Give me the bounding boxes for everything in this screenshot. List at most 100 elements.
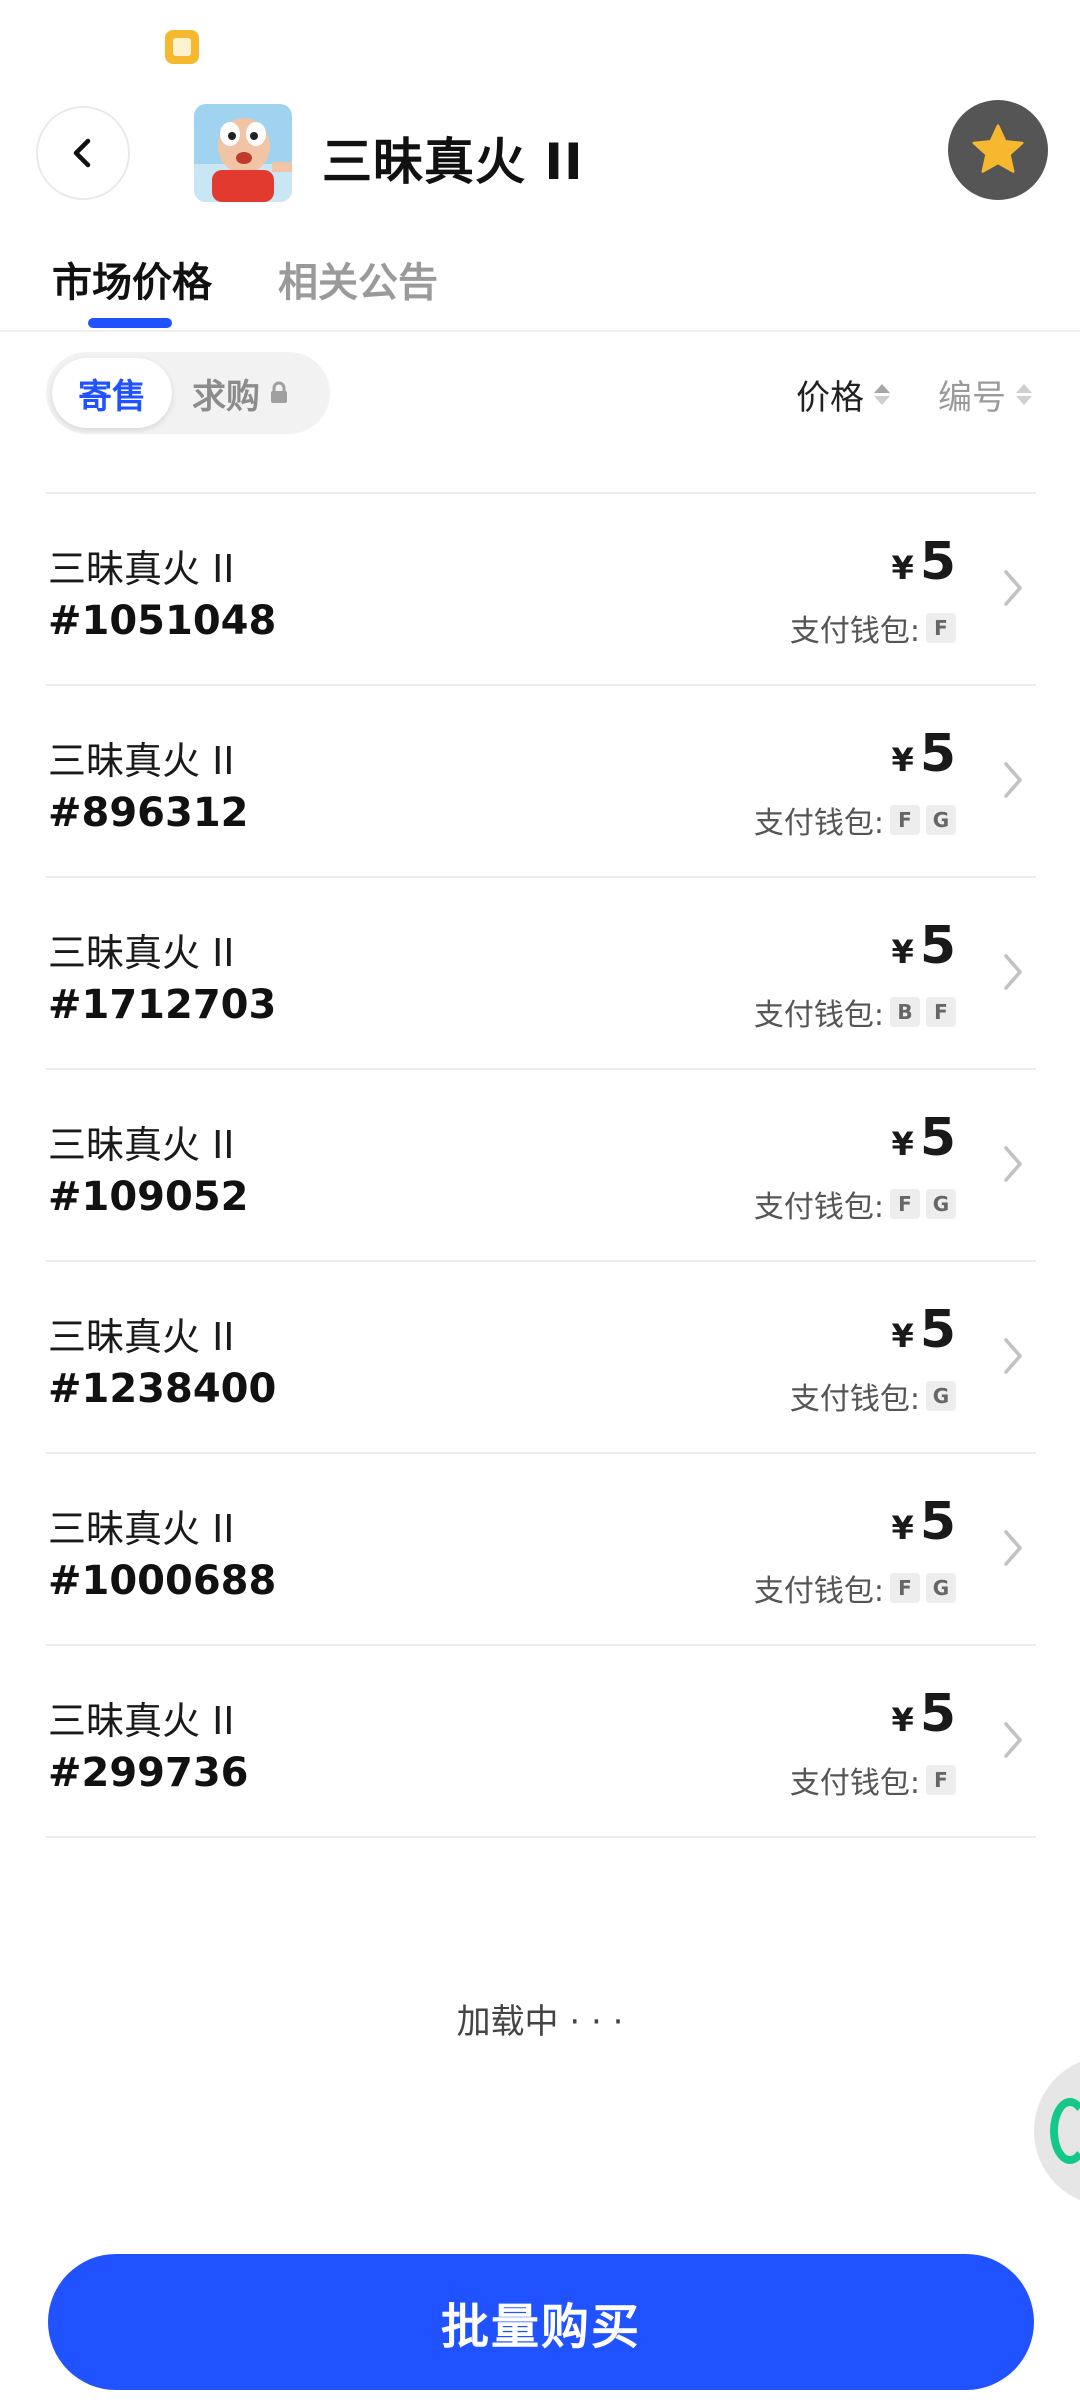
wallet-tag: F xyxy=(926,1765,956,1795)
back-button[interactable] xyxy=(36,106,130,200)
listing-id: #896312 xyxy=(48,790,249,836)
chevron-right-icon xyxy=(1004,1722,1022,1758)
chevron-right-icon xyxy=(1004,954,1022,990)
listing-name: 三昧真火 II xyxy=(48,1699,235,1743)
wallet-label: 支付钱包: xyxy=(789,1382,920,1417)
wallet-tag: F xyxy=(926,997,956,1027)
currency-symbol: ¥ xyxy=(891,1509,914,1547)
price-amount: 5 xyxy=(919,916,956,976)
chevron-right-icon xyxy=(1004,1146,1022,1182)
wallet-label: 支付钱包: xyxy=(789,614,920,649)
tab-announcements[interactable]: 相关公告 xyxy=(278,250,438,308)
wallet-label: 支付钱包: xyxy=(753,1190,884,1225)
filter-row: 寄售 求购 价格 编号 xyxy=(0,350,1080,440)
listing-price: ¥ 5 xyxy=(892,1300,956,1360)
listing-price: ¥ 5 xyxy=(892,916,956,976)
chevron-right-icon xyxy=(1004,570,1022,606)
listing-name: 三昧真火 II xyxy=(48,547,235,591)
listing-id: #1238400 xyxy=(48,1366,277,1412)
listing-row[interactable]: 三昧真火 II #1000688 ¥ 5 支付钱包: FG xyxy=(46,1454,1036,1646)
listing-row[interactable]: 三昧真火 II #1051048 ¥ 5 支付钱包: F xyxy=(46,494,1036,686)
listing-name: 三昧真火 II xyxy=(48,1123,235,1167)
chevron-right-icon xyxy=(1004,1338,1022,1374)
loading-indicator: 加载中 · · · xyxy=(456,2002,624,2042)
lock-icon xyxy=(271,381,287,403)
sell-buy-segmented-control: 寄售 求购 xyxy=(46,352,330,434)
batch-buy-button[interactable]: 批量购买 xyxy=(48,2254,1034,2390)
price-amount: 5 xyxy=(919,1684,956,1744)
payment-wallets: 支付钱包: FG xyxy=(754,1182,956,1226)
listing-name: 三昧真火 II xyxy=(48,739,235,783)
listing-price: ¥ 5 xyxy=(892,724,956,784)
price-amount: 5 xyxy=(919,1108,956,1168)
active-tab-indicator xyxy=(88,318,172,328)
wallet-tag: F xyxy=(890,1573,920,1603)
wallet-tag: G xyxy=(926,1381,956,1411)
sort-by-price[interactable]: 价格 xyxy=(796,370,890,419)
price-amount: 5 xyxy=(919,1492,956,1552)
listing-row[interactable]: 三昧真火 II #299736 ¥ 5 支付钱包: F xyxy=(46,1646,1036,1838)
wallet-tag: F xyxy=(926,613,956,643)
wallet-label: 支付钱包: xyxy=(789,1766,920,1801)
page-title: 三昧真火 II xyxy=(322,133,584,191)
payment-wallets: 支付钱包: G xyxy=(790,1374,956,1418)
currency-symbol: ¥ xyxy=(891,1125,914,1163)
currency-symbol: ¥ xyxy=(891,741,914,779)
header: 三昧真火 II xyxy=(0,100,1080,210)
listing-price: ¥ 5 xyxy=(892,1492,956,1552)
segment-buy[interactable]: 求购 xyxy=(192,358,290,428)
payment-wallets: 支付钱包: FG xyxy=(754,798,956,842)
segment-buy-label: 求购 xyxy=(192,376,260,417)
floating-support-widget[interactable] xyxy=(1034,2056,1080,2206)
listing-list: 三昧真火 II #1051048 ¥ 5 支付钱包: F 三昧真火 II #89… xyxy=(46,492,1036,1838)
listing-row[interactable]: 三昧真火 II #1712703 ¥ 5 支付钱包: BF xyxy=(46,878,1036,1070)
listing-price: ¥ 5 xyxy=(892,1684,956,1744)
listing-row[interactable]: 三昧真火 II #896312 ¥ 5 支付钱包: FG xyxy=(46,686,1036,878)
chevron-right-icon xyxy=(1004,762,1022,798)
currency-symbol: ¥ xyxy=(891,1317,914,1355)
currency-symbol: ¥ xyxy=(891,1701,914,1739)
price-amount: 5 xyxy=(919,1300,956,1360)
wallet-tag: G xyxy=(926,805,956,835)
wallet-tag: B xyxy=(890,997,920,1027)
wallet-label: 支付钱包: xyxy=(753,998,884,1033)
sort-arrows-icon xyxy=(1016,384,1032,405)
listing-id: #109052 xyxy=(48,1174,249,1220)
listing-name: 三昧真火 II xyxy=(48,1507,235,1551)
sort-arrows-icon xyxy=(874,384,890,405)
listing-price: ¥ 5 xyxy=(892,1108,956,1168)
payment-wallets: 支付钱包: BF xyxy=(754,990,956,1034)
listing-id: #1712703 xyxy=(48,982,277,1028)
payment-wallets: 支付钱包: F xyxy=(790,606,956,650)
favorite-button[interactable] xyxy=(948,100,1048,200)
sort-number-label: 编号 xyxy=(938,378,1006,418)
item-thumbnail xyxy=(194,104,292,202)
listing-price: ¥ 5 xyxy=(892,532,956,592)
price-amount: 5 xyxy=(919,724,956,784)
wallet-label: 支付钱包: xyxy=(753,1574,884,1609)
currency-symbol: ¥ xyxy=(891,933,914,971)
segment-sell[interactable]: 寄售 xyxy=(52,358,172,428)
tab-bar: 市场价格 相关公告 xyxy=(0,240,1080,332)
listing-row[interactable]: 三昧真火 II #1238400 ¥ 5 支付钱包: G xyxy=(46,1262,1036,1454)
chevron-right-icon xyxy=(1004,1530,1022,1566)
listing-id: #1051048 xyxy=(48,598,277,644)
wallet-tag: F xyxy=(890,1189,920,1219)
payment-wallets: 支付钱包: FG xyxy=(754,1566,956,1610)
wallet-label: 支付钱包: xyxy=(753,806,884,841)
payment-wallets: 支付钱包: F xyxy=(790,1758,956,1802)
wallet-tag: F xyxy=(890,805,920,835)
tab-market-price[interactable]: 市场价格 xyxy=(52,250,212,308)
listing-name: 三昧真火 II xyxy=(48,1315,235,1359)
sort-price-label: 价格 xyxy=(796,378,864,418)
currency-symbol: ¥ xyxy=(891,549,914,587)
notification-app-icon xyxy=(165,30,199,64)
listing-row[interactable]: 三昧真火 II #109052 ¥ 5 支付钱包: FG xyxy=(46,1070,1036,1262)
wallet-tag: G xyxy=(926,1573,956,1603)
wallet-tag: G xyxy=(926,1189,956,1219)
chevron-left-icon xyxy=(73,138,91,168)
price-amount: 5 xyxy=(919,532,956,592)
sort-by-number[interactable]: 编号 xyxy=(938,370,1032,419)
star-icon xyxy=(972,124,1024,173)
listing-name: 三昧真火 II xyxy=(48,931,235,975)
